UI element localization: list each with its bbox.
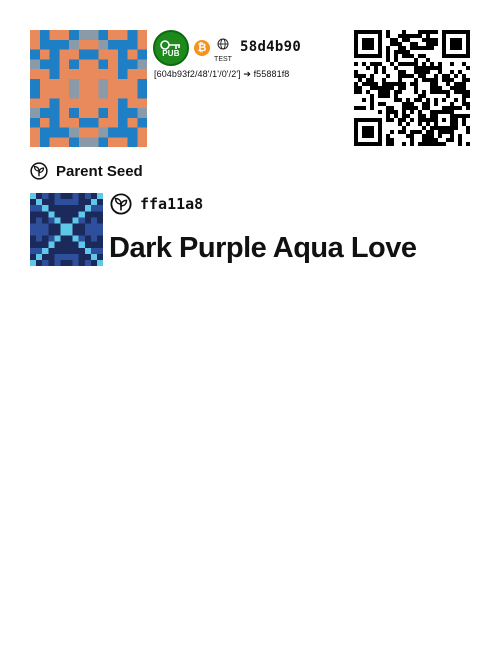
seed-identicon: [30, 193, 103, 266]
testnet-indicator: TEST: [213, 37, 233, 63]
pub-label: PUB: [162, 48, 180, 58]
globe-icon: [217, 38, 229, 50]
bitcoin-icon: ₿: [194, 40, 210, 56]
derivation-path: [604b93f2/48'/1'/0'/2'] ➔ f55881f8: [154, 69, 290, 79]
qr-code: [354, 30, 470, 146]
seed-icon: [110, 193, 132, 215]
seed-fingerprint-row: ffa11a8: [110, 193, 203, 215]
parent-seed-label: Parent Seed: [56, 162, 143, 180]
key-fingerprint: 58d4b90: [240, 39, 302, 55]
key-identicon: [30, 30, 147, 147]
public-key-badge: PUB: [153, 30, 189, 66]
seed-name: Dark Purple Aqua Love: [109, 232, 417, 264]
seed-fingerprint: ffa11a8: [140, 195, 204, 213]
network-label: TEST: [214, 56, 232, 63]
parent-seed-header: Parent Seed: [30, 162, 143, 180]
seed-icon: [30, 162, 48, 180]
